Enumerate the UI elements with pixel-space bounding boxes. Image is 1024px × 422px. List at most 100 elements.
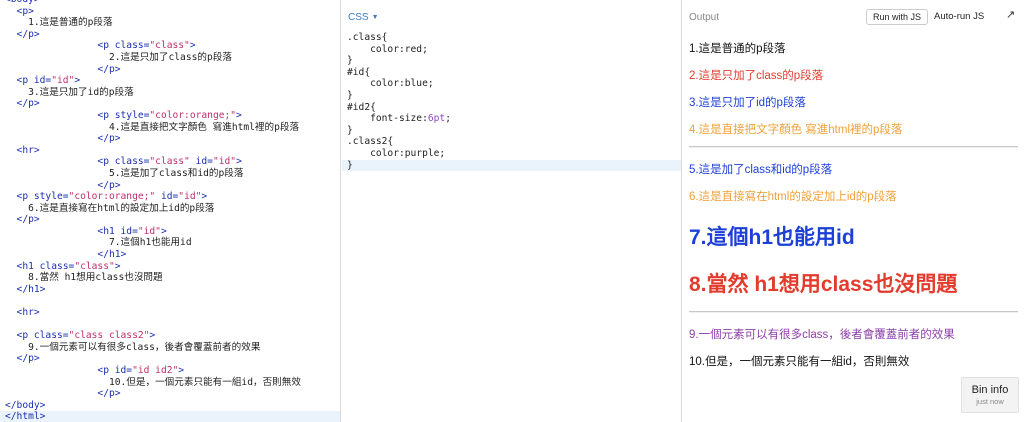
html-code-token: > xyxy=(114,260,121,272)
run-with-js-button[interactable]: Run with JS xyxy=(866,9,929,25)
html-code-line[interactable]: </p> xyxy=(0,353,340,365)
html-code-line[interactable]: <p class="class class2"> xyxy=(0,330,340,342)
output-paragraph-3: 3.這是只加了id的p段落 xyxy=(689,97,806,109)
html-code-line[interactable]: <p style="color:orange;" id="id"> xyxy=(0,191,340,203)
css-code-line[interactable]: } xyxy=(342,159,681,172)
css-code-line[interactable]: #id{ xyxy=(342,67,681,79)
html-code-token: </h1> xyxy=(5,249,127,261)
html-code-line[interactable]: <p class="class" id="id"> xyxy=(0,156,340,168)
html-code-line[interactable]: </p> xyxy=(0,64,340,76)
output-paragraph-1: 1.這是普通的p段落 xyxy=(689,43,786,55)
html-code-line[interactable]: </h1> xyxy=(0,249,340,261)
html-code-line[interactable] xyxy=(0,295,340,307)
html-code-token: "class" xyxy=(74,260,115,272)
html-code-token: </p> xyxy=(5,179,121,191)
html-code-token: id= xyxy=(155,191,179,203)
html-code-token: 4.這是直接把文字顏色 寫進html裡的p段落 xyxy=(5,121,300,133)
output-paragraph-4: 4.這是直接把文字顏色 寫進html裡的p段落 xyxy=(689,124,903,136)
html-code-line[interactable]: 1.這是普通的p段落 xyxy=(0,17,340,29)
css-code-token: font-size: xyxy=(347,113,428,125)
bin-info-button[interactable]: Bin info just now xyxy=(961,377,1019,413)
html-code-token: "id" xyxy=(51,75,75,87)
html-code-token: "id" xyxy=(178,191,202,203)
css-code-token: #id{ xyxy=(347,66,371,78)
html-code-token: <hr> xyxy=(5,144,40,156)
html-code-line[interactable]: 5.這是加了class和id的p段落 xyxy=(0,168,340,180)
css-code-line[interactable]: color:purple; xyxy=(342,148,681,160)
html-code-line[interactable]: 4.這是直接把文字顏色 寫進html裡的p段落 xyxy=(0,122,340,134)
html-code-line[interactable]: 2.這是只加了class的p段落 xyxy=(0,52,340,64)
html-code-token: 6.這是直接寫在html的設定加上id的p段落 xyxy=(5,202,215,214)
bin-info-timestamp: just now xyxy=(976,397,1004,406)
html-code-line[interactable]: <h1 class="class"> xyxy=(0,261,340,273)
output-panel: Output Run with JS Auto-run JS ↗ 1.這是普通的… xyxy=(683,0,1024,422)
html-code-line[interactable]: <p id="id id2"> xyxy=(0,365,340,377)
html-code-line[interactable] xyxy=(0,319,340,331)
output-paragraph-9: 9.一個元素可以有很多class，後者會覆蓋前者的效果 xyxy=(689,329,955,341)
output-panel-label: Output xyxy=(689,12,720,23)
html-code-token: 7.這個h1也能用id xyxy=(5,237,192,249)
html-code-line[interactable]: 6.這是直接寫在html的設定加上id的p段落 xyxy=(0,203,340,215)
html-code-line[interactable]: 8.當然 h1想用class也沒問題 xyxy=(0,272,340,284)
css-code-line[interactable]: } xyxy=(342,125,681,137)
css-panel-header[interactable]: CSS ▼ xyxy=(348,12,379,23)
html-code-line[interactable]: </body> xyxy=(0,400,340,412)
html-code-token: "id" xyxy=(212,156,237,168)
auto-run-js-toggle[interactable]: Auto-run JS xyxy=(934,11,984,22)
html-code-line[interactable]: </p> xyxy=(0,180,340,192)
html-code-token: > xyxy=(189,40,196,52)
html-code-line[interactable]: <hr> xyxy=(0,145,340,157)
html-code-line[interactable]: 3.這是只加了id的p段落 xyxy=(0,87,340,99)
html-code-token: 3.這是只加了id的p段落 xyxy=(5,86,134,98)
html-code-token: > xyxy=(178,365,185,376)
html-code-line[interactable]: 7.這個h1也能用id xyxy=(0,237,340,249)
html-code-line[interactable]: </p> xyxy=(0,133,340,145)
expand-arrow-icon[interactable]: ↗ xyxy=(1006,8,1015,21)
css-code-line[interactable]: .class{ xyxy=(342,32,681,44)
html-code-token: <body> xyxy=(5,0,40,5)
html-code-line[interactable]: <p id="id"> xyxy=(0,75,340,87)
html-code-line[interactable]: <p class="class"> xyxy=(0,40,340,52)
html-code-token: "id" xyxy=(137,225,161,237)
dropdown-caret-icon[interactable]: ▼ xyxy=(372,14,379,21)
html-editor-panel[interactable]: <body> <p> 1.這是普通的p段落 </p> <p class="cla… xyxy=(0,0,341,422)
html-code-token: "color:orange;" xyxy=(68,191,156,203)
html-code-line[interactable]: 9.一個元素可以有很多class，後者會覆蓋前者的效果 xyxy=(0,342,340,354)
html-code-token: 9.一個元素可以有很多class，後者會覆蓋前者的效果 xyxy=(5,341,261,353)
css-panel-label[interactable]: CSS xyxy=(348,12,369,23)
css-code-line[interactable]: font-size:6pt; xyxy=(342,113,681,125)
html-code-token: </p> xyxy=(5,98,40,110)
css-code-line[interactable]: } xyxy=(342,90,681,102)
css-code-line[interactable]: #id2{ xyxy=(342,102,681,114)
html-code-line[interactable]: </p> xyxy=(0,214,340,226)
css-code-line[interactable]: color:blue; xyxy=(342,78,681,90)
html-code-line[interactable]: </p> xyxy=(0,29,340,41)
html-code-token: > xyxy=(74,75,81,87)
css-code-line[interactable]: .class2{ xyxy=(342,136,681,148)
html-code-line[interactable]: <p> xyxy=(0,6,340,18)
html-code-token: <h1 class= xyxy=(5,260,75,272)
css-editor-panel[interactable]: CSS ▼ .class{ color:red;} #id{ color:blue;… xyxy=(342,0,682,422)
html-code-token: 8.當然 h1想用class也沒問題 xyxy=(5,272,163,284)
css-code-token: color:red; xyxy=(347,43,428,55)
css-code-line[interactable]: } xyxy=(342,55,681,67)
html-code-lines[interactable]: <body> <p> 1.這是普通的p段落 </p> <p class="cla… xyxy=(0,0,340,422)
html-code-token: <p class= xyxy=(5,40,150,52)
css-code-lines[interactable]: .class{ color:red;} #id{ color:blue;} #id2… xyxy=(342,32,681,172)
html-code-line[interactable]: <h1 id="id"> xyxy=(0,226,340,238)
html-code-line[interactable]: <hr> xyxy=(0,307,340,319)
html-code-token: "id id2" xyxy=(132,365,179,376)
html-code-token: 2.這是只加了class的p段落 xyxy=(5,51,232,63)
css-code-line[interactable]: color:red; xyxy=(342,44,681,56)
html-code-line[interactable]: </html> xyxy=(0,411,340,422)
html-code-token: </html> xyxy=(5,411,46,422)
html-code-line[interactable]: 10.但是，一個元素只能有一組id，否則無效 xyxy=(0,377,340,389)
html-code-line[interactable]: </h1> xyxy=(0,284,340,296)
html-code-token: > xyxy=(149,330,156,342)
html-code-line[interactable]: </p> xyxy=(0,388,340,400)
output-paragraph-5: 5.這是加了class和id的p段落 xyxy=(689,164,833,176)
output-heading-8: 8.當然 h1想用class也沒問題 xyxy=(689,273,958,296)
html-code-line[interactable]: </p> xyxy=(0,98,340,110)
output-divider-2 xyxy=(689,311,1018,313)
html-code-line[interactable]: <p style="color:orange;"> xyxy=(0,110,340,122)
